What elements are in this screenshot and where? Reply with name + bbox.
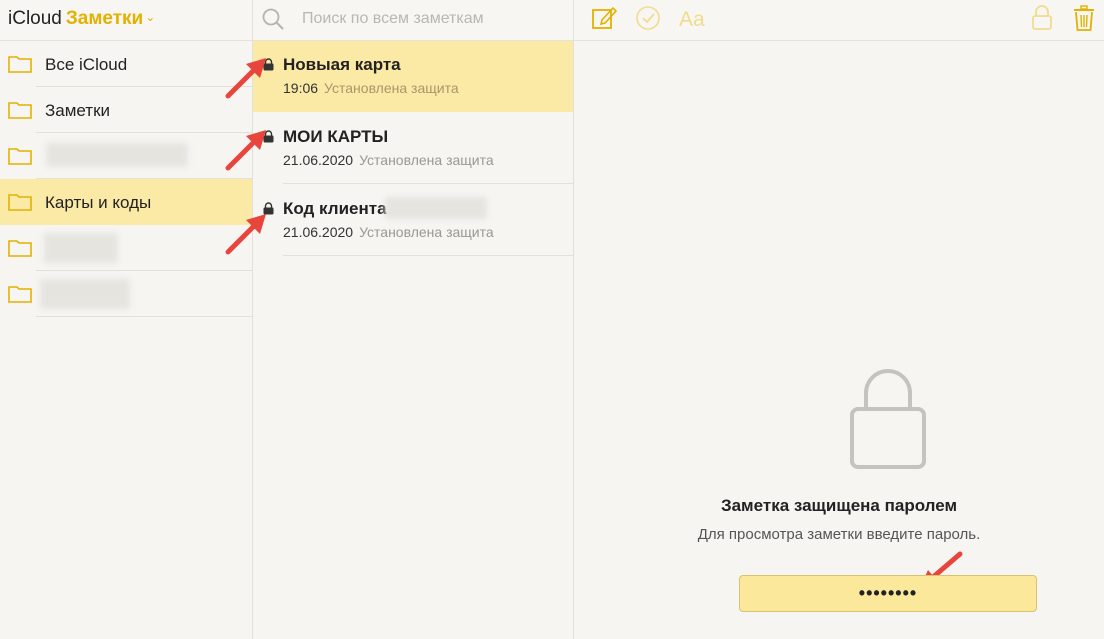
brand-notes: Заметки [65, 8, 144, 29]
folder-icon [8, 148, 32, 165]
svg-text:Aa: Aa [679, 8, 705, 31]
note-status: Установлена защита [359, 224, 494, 240]
checklist-icon[interactable] [635, 5, 661, 31]
search-input[interactable] [302, 8, 552, 30]
note-status: Установлена защита [359, 152, 494, 168]
separator [283, 255, 573, 256]
brand-icloud: iCloud [8, 8, 62, 29]
annotation-arrow-icon [225, 214, 266, 255]
lock-icon[interactable] [1031, 5, 1053, 31]
folder-icon [8, 102, 32, 119]
redacted-label [44, 233, 118, 263]
sidebar-item-cards-and-codes[interactable]: Карты и коды [0, 179, 252, 225]
separator [36, 316, 252, 317]
sidebar-item-all-icloud[interactable]: Все iCloud [0, 41, 252, 87]
redacted-title-part [385, 197, 487, 219]
compose-icon[interactable] [591, 5, 617, 31]
trash-icon[interactable] [1073, 5, 1095, 31]
note-title: МОИ КАРТЫ [283, 127, 389, 146]
note-date: 21.06.2020 [283, 152, 354, 168]
app-brand[interactable]: iCloud Заметки ⌄ [8, 8, 155, 30]
note-title: Новыая карта [283, 55, 401, 74]
sidebar-item-label: Заметки [45, 101, 111, 120]
list-divider [573, 0, 574, 639]
lock-icon [850, 369, 926, 469]
separator [283, 183, 573, 184]
format-icon[interactable]: Aa [678, 5, 712, 31]
note-item[interactable]: МОИ КАРТЫ 21.06.2020 Установлена защита [253, 113, 573, 184]
chevron-down-icon[interactable]: ⌄ [145, 10, 155, 24]
note-date: 21.06.2020 [283, 224, 354, 240]
locked-note-subtitle: Для просмотра заметки введите пароль. [697, 526, 981, 543]
folder-icon [8, 56, 32, 73]
folder-icon [8, 286, 32, 303]
redacted-label [40, 279, 130, 309]
sidebar-item-label: Все iCloud [45, 55, 128, 74]
password-field[interactable] [739, 575, 1037, 612]
note-item[interactable]: Новыая карта 19:06 Установлена защита [253, 41, 573, 112]
note-item[interactable]: Код клиента 21.06.2020 Установлена защита [253, 185, 573, 256]
sidebar-item-redacted[interactable] [0, 271, 252, 317]
note-status: Установлена защита [324, 80, 459, 96]
annotation-arrow-icon [225, 130, 266, 171]
note-title: Код клиента [283, 199, 387, 218]
note-date: 19:06 [283, 80, 319, 96]
sidebar-item-notes[interactable]: Заметки [0, 87, 252, 133]
folder-icon [8, 240, 32, 257]
locked-note-title: Заметка защищена паролем [720, 496, 958, 515]
sidebar-item-redacted[interactable] [0, 133, 252, 179]
search-icon [262, 8, 284, 30]
annotation-arrow-icon [225, 58, 266, 99]
toolbar: iCloudЗаметки⌄ Aa [0, 0, 1104, 41]
redacted-label [46, 143, 188, 167]
search-bar[interactable] [262, 8, 562, 32]
folder-icon [8, 194, 32, 211]
sidebar-item-redacted[interactable] [0, 225, 252, 271]
sidebar-item-label: Карты и коды [45, 193, 152, 212]
